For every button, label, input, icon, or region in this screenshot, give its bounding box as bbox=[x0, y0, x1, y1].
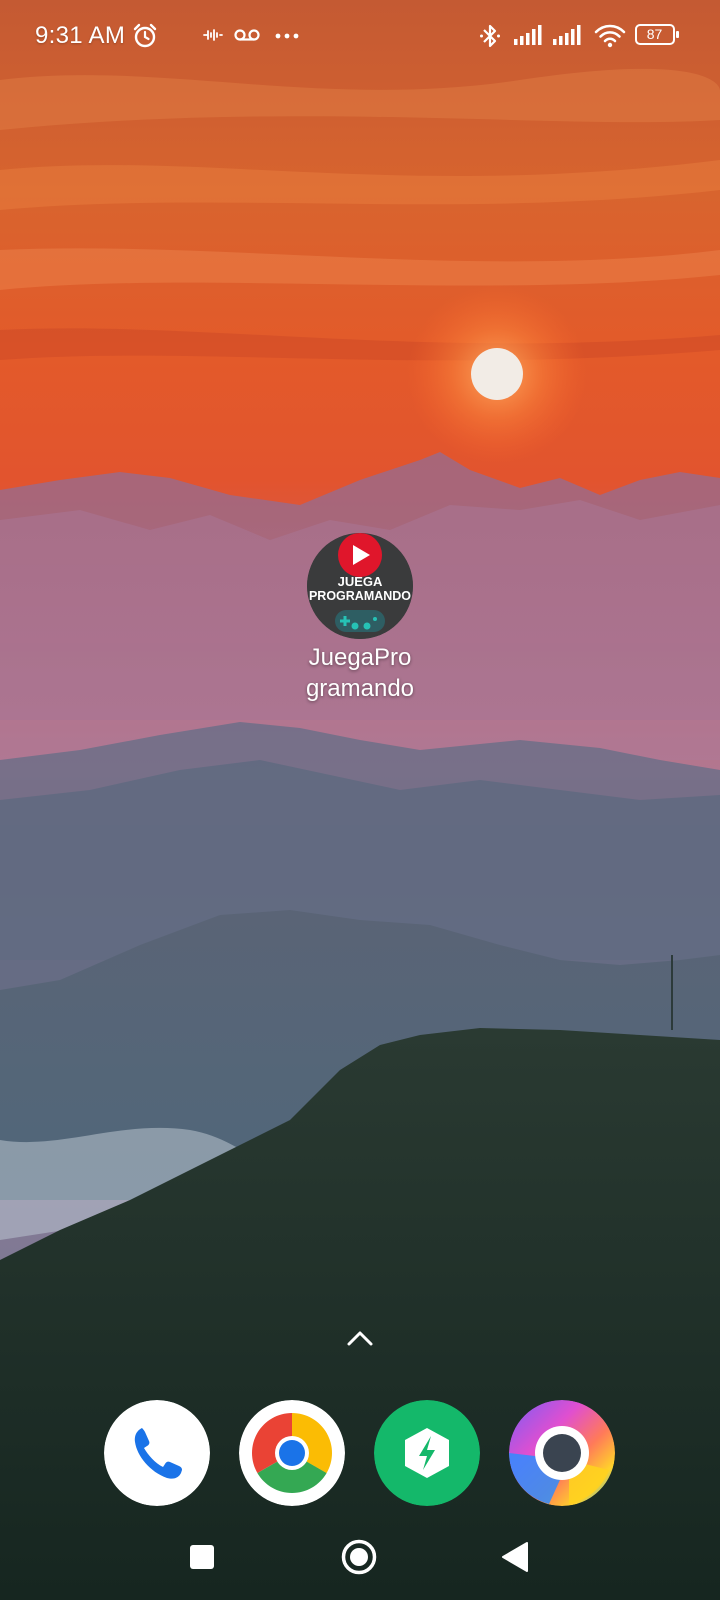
bluetooth-icon bbox=[480, 24, 500, 48]
app-icon-text-line1: JUEGA bbox=[338, 574, 383, 589]
battery-level: 87 bbox=[646, 26, 663, 42]
bolt-hexagon-icon bbox=[374, 1400, 480, 1506]
chrome-icon bbox=[239, 1400, 345, 1506]
battery-icon: 87 bbox=[635, 24, 679, 45]
home-button[interactable] bbox=[340, 1538, 378, 1576]
wifi-icon bbox=[594, 24, 626, 48]
browser-app[interactable] bbox=[509, 1400, 615, 1506]
alarm-icon bbox=[133, 23, 157, 48]
back-button[interactable] bbox=[500, 1541, 530, 1573]
chevron-up-icon[interactable] bbox=[346, 1329, 374, 1347]
app-label-line1: JuegaPro bbox=[308, 644, 412, 671]
juegaprogramando-app-icon[interactable]: JUEGA PROGRAMANDO bbox=[307, 533, 413, 639]
phone-app[interactable] bbox=[104, 1400, 210, 1506]
activity-icon bbox=[203, 29, 223, 41]
chrome-app[interactable] bbox=[239, 1400, 345, 1506]
signal-icon bbox=[553, 25, 581, 45]
status-bar: 9:31 AM 87 bbox=[0, 0, 720, 72]
signal-icon bbox=[514, 25, 542, 45]
home-screen: 9:31 AM 87 JUEGA PROGRAMANDO JuegaPro gr… bbox=[0, 0, 720, 1600]
app-icon-text-line2: PROGRAMANDO bbox=[309, 589, 411, 603]
app-label[interactable]: JuegaPro gramando bbox=[280, 642, 440, 704]
hexagon-bolt-app[interactable] bbox=[374, 1400, 480, 1506]
recents-button[interactable] bbox=[188, 1543, 216, 1571]
app-label-line2: gramando bbox=[305, 675, 415, 702]
browser-ring-icon bbox=[509, 1400, 615, 1506]
voicemail-icon bbox=[234, 29, 260, 41]
status-time: 9:31 AM bbox=[35, 22, 126, 49]
wallpaper bbox=[0, 0, 720, 1600]
more-dots-icon bbox=[275, 33, 299, 39]
